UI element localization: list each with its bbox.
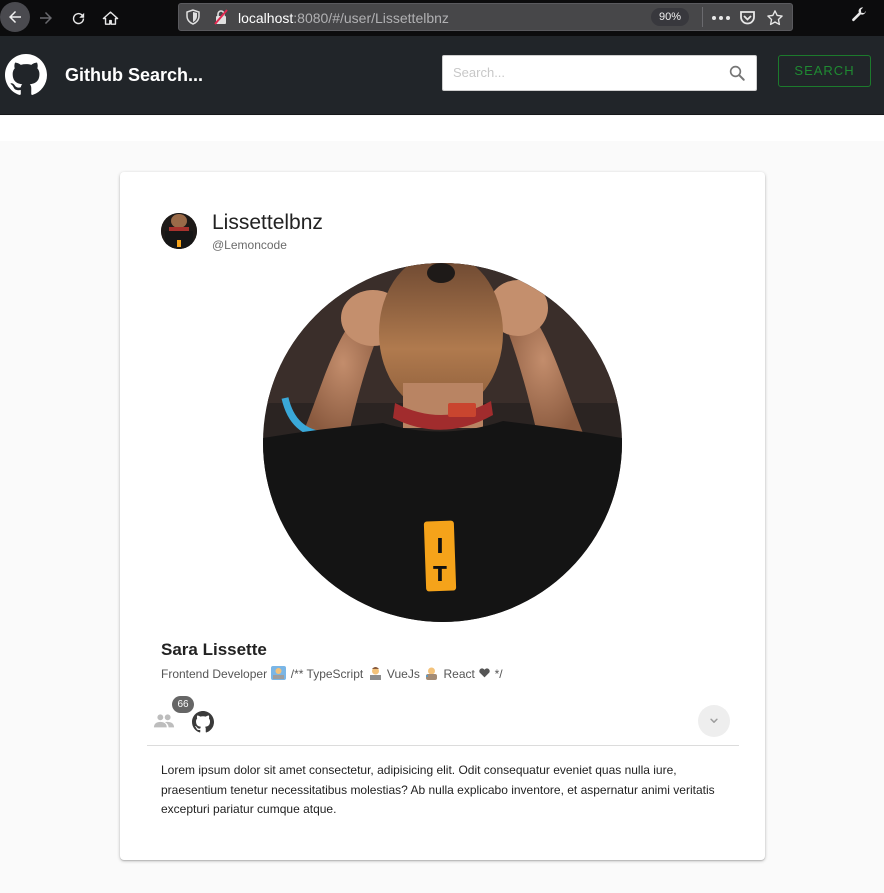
- home-button[interactable]: [96, 4, 124, 32]
- expand-button[interactable]: [698, 705, 730, 737]
- bio-close: */: [494, 667, 503, 681]
- expand-more-icon: [710, 718, 718, 723]
- zoom-badge[interactable]: 90%: [651, 8, 689, 26]
- card-divider: [147, 745, 739, 746]
- bio-vuejs: VueJs: [386, 667, 420, 681]
- search-icon[interactable]: [728, 64, 746, 87]
- url-text[interactable]: localhost:8080/#/user/Lissettelbnz: [238, 10, 449, 26]
- shield-icon[interactable]: [186, 9, 200, 30]
- back-button[interactable]: [0, 2, 30, 32]
- url-host: localhost: [238, 10, 294, 26]
- bio-typescript: /** TypeScript: [290, 667, 364, 681]
- svg-text:T: T: [433, 562, 447, 586]
- wrench-icon[interactable]: [850, 6, 868, 29]
- reload-icon: [72, 12, 84, 24]
- woman-artist-emoji: [426, 667, 438, 680]
- user-name: Sara Lissette: [161, 640, 267, 659]
- user-card: Lissettelbnz @Lemoncode I T Sara Lissett…: [120, 172, 765, 860]
- heart-emoji: [479, 668, 490, 678]
- people-icon[interactable]: [153, 713, 175, 734]
- card-subtitle: @Lemoncode: [212, 238, 287, 252]
- svg-text:I: I: [436, 534, 443, 558]
- bio-role: Frontend Developer: [161, 667, 268, 681]
- card-actions: 66: [120, 695, 765, 745]
- url-path: :8080/#/user/Lissettelbnz: [293, 10, 449, 26]
- woman-technologist-emoji: [271, 666, 287, 680]
- pocket-icon[interactable]: [737, 8, 757, 28]
- insecure-lock-icon[interactable]: [213, 9, 229, 30]
- bookmark-star-icon[interactable]: [765, 8, 785, 28]
- browser-toolbar: localhost:8080/#/user/Lissettelbnz 90%: [0, 0, 884, 36]
- card-title: Lissettelbnz: [212, 211, 323, 234]
- home-icon: [102, 10, 118, 25]
- profile-photo: I T: [263, 263, 622, 622]
- app-header: Github Search... SEARCH: [0, 36, 884, 115]
- user-bio: Frontend Developer /** TypeScript VueJs …: [161, 666, 503, 681]
- avatar: [161, 213, 197, 249]
- arrow-right-icon: [40, 12, 52, 24]
- address-bar[interactable]: localhost:8080/#/user/Lissettelbnz 90%: [178, 3, 793, 31]
- woman-technologist-emoji: [369, 667, 381, 680]
- bio-react: React: [443, 667, 475, 681]
- github-icon[interactable]: [192, 711, 214, 738]
- github-logo-icon[interactable]: [5, 54, 47, 101]
- content-top-strip: [0, 116, 884, 141]
- arrow-left-icon: [9, 11, 21, 23]
- forward-button[interactable]: [32, 4, 60, 32]
- app-title: Github Search...: [65, 65, 204, 85]
- reload-button[interactable]: [64, 4, 92, 32]
- more-actions-icon[interactable]: [711, 8, 731, 28]
- search-input[interactable]: [453, 65, 713, 80]
- followers-count-badge: 66: [172, 696, 194, 713]
- user-description: Lorem ipsum dolor sit amet consectetur, …: [161, 763, 715, 816]
- search-button[interactable]: SEARCH: [778, 55, 871, 87]
- search-box[interactable]: [442, 55, 757, 91]
- url-divider: [702, 7, 703, 27]
